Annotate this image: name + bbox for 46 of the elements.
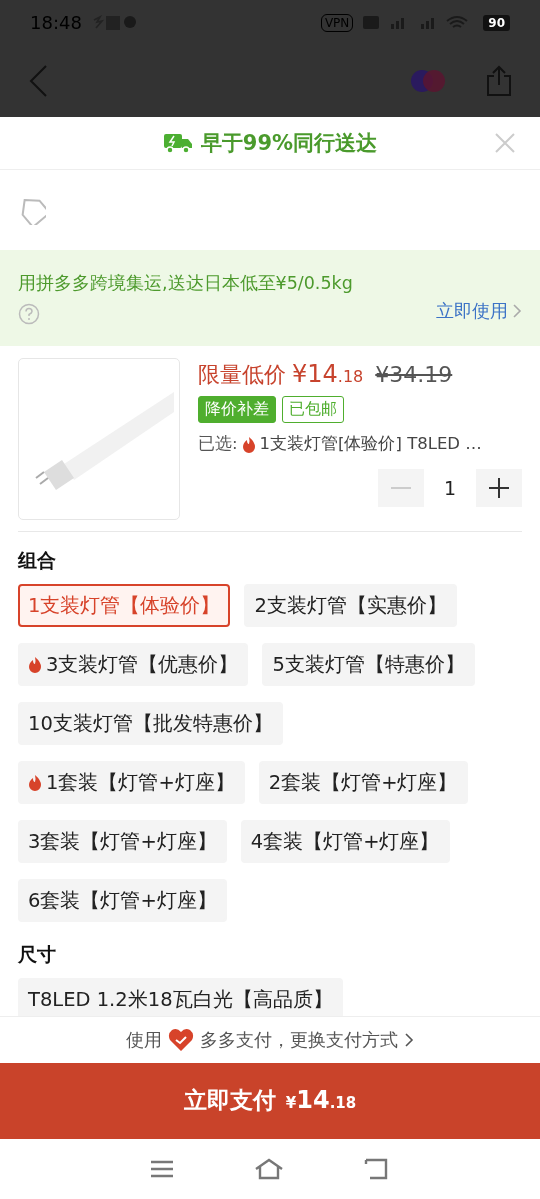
minus-icon (390, 486, 411, 490)
option-chip[interactable]: 5支装灯管【特惠价】 (262, 643, 475, 686)
section-title: 组合 (17, 548, 57, 573)
truck-icon (162, 132, 193, 154)
home-icon[interactable] (254, 1158, 284, 1180)
section-title: 尺寸 (17, 942, 57, 967)
menu-icon[interactable] (150, 1160, 174, 1178)
notification-icon (91, 13, 136, 32)
price: ¥14.18 (292, 360, 364, 388)
heart-check-icon (168, 1028, 194, 1052)
selected-variant: 1支装灯管[体验价] T8LED … (259, 433, 482, 455)
quantity-value[interactable]: 1 (423, 477, 476, 499)
option-chip[interactable]: 2套装【灯管+灯座】 (258, 761, 468, 804)
flame-icon (241, 435, 256, 453)
option-chip[interactable]: 3支装灯管【优惠价】 (18, 643, 249, 686)
payment-prefix: 使用 (126, 1028, 162, 1052)
change-payment-link[interactable]: 多多支付，更换支付方式 (200, 1028, 414, 1052)
price-label: 限量低价 (198, 361, 286, 389)
pay-now-button[interactable]: 立即支付 ¥14.18 (0, 1063, 540, 1139)
selected-label: 已选: (198, 433, 238, 455)
option-chip[interactable]: 10支装灯管【批发特惠价】 (18, 702, 283, 745)
option-chip[interactable]: 6套装【灯管+灯座】 (18, 879, 227, 922)
chevron-right-icon (404, 1032, 414, 1048)
option-chip[interactable]: 4套装【灯管+灯座】 (240, 820, 450, 863)
option-chip[interactable]: T8LED 1.2米18瓦白光【高品质】 (18, 978, 343, 1016)
shipping-promo-text: 用拼多多跨境集运,送达日本低至¥5/0.5kg (18, 272, 354, 295)
original-price: ¥34.19 (375, 362, 453, 387)
increase-button[interactable] (476, 469, 522, 507)
plus-icon (489, 478, 509, 498)
share-icon[interactable] (486, 65, 512, 97)
battery-level: 90 (483, 14, 510, 31)
back-icon[interactable] (28, 64, 48, 98)
circles-icon[interactable] (410, 68, 446, 94)
tag: 已包邮 (282, 396, 344, 423)
decrease-button[interactable] (377, 469, 424, 507)
option-chip[interactable]: 3套装【灯管+灯座】 (18, 820, 227, 863)
close-icon[interactable] (494, 132, 516, 154)
tag: 降价补差 (198, 396, 276, 423)
use-now-link[interactable]: 立即使用 (436, 299, 522, 323)
delivery-banner-text: 早于99%同行送达 (200, 130, 378, 157)
back-nav-icon[interactable] (364, 1158, 390, 1180)
help-icon[interactable] (18, 303, 40, 325)
option-chip[interactable]: 1支装灯管【体验价】 (18, 584, 231, 627)
chevron-right-icon (512, 303, 522, 319)
option-chip[interactable]: 1套装【灯管+灯座】 (18, 761, 245, 804)
option-chip[interactable]: 2支装灯管【实惠价】 (244, 584, 457, 627)
